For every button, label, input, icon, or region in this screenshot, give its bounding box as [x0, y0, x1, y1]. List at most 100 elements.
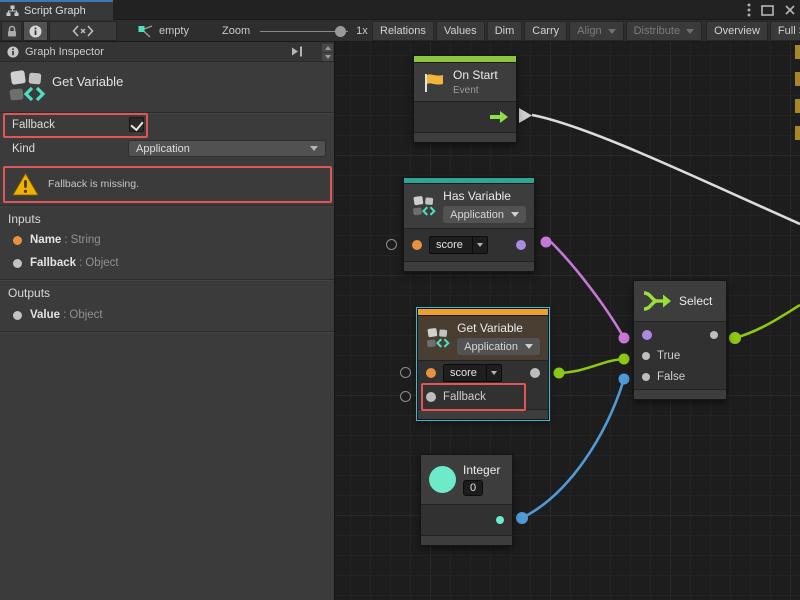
- info-icon: [29, 25, 42, 38]
- port-dot: [13, 311, 22, 320]
- flag-icon: [422, 72, 446, 93]
- variable-kind-dropdown[interactable]: Application: [443, 206, 526, 223]
- unconnected-port-ring[interactable]: [400, 367, 411, 378]
- tab-bar: Script Graph: [0, 0, 800, 20]
- connection-icon: [138, 25, 154, 38]
- full-screen-button[interactable]: Full Screen: [770, 21, 800, 41]
- zoom-value: 1x: [356, 25, 368, 37]
- input-pin-fallback: Fallback : Object: [13, 257, 119, 269]
- false-input-port[interactable]: [642, 373, 650, 381]
- node-footer: [634, 389, 726, 399]
- node-integer[interactable]: Integer 0: [420, 454, 513, 546]
- align-button[interactable]: Align: [569, 21, 623, 41]
- fallback-highlight-box: [3, 113, 148, 138]
- graph-reference-label: empty: [159, 25, 189, 37]
- overview-button[interactable]: Overview: [706, 21, 768, 41]
- chevron-down-icon: [525, 344, 533, 349]
- offscreen-node-edge: [795, 99, 800, 113]
- zoom-slider-handle[interactable]: [335, 26, 346, 37]
- unconnected-port-ring[interactable]: [400, 391, 411, 402]
- variable-kind-dropdown[interactable]: Application: [457, 338, 540, 355]
- zoom-slider[interactable]: [260, 31, 348, 32]
- maximize-icon[interactable]: [761, 5, 774, 16]
- code-view-button[interactable]: [49, 21, 117, 41]
- integer-literal-icon: [429, 466, 456, 493]
- script-graph-window: Script Graph: [0, 0, 800, 600]
- info-toggle-button[interactable]: [23, 21, 48, 41]
- dim-button[interactable]: Dim: [487, 21, 523, 41]
- lock-icon: [6, 25, 18, 38]
- variables-icon: [8, 67, 46, 105]
- scroll-down-button[interactable]: [322, 53, 333, 61]
- variable-colorbar: [418, 309, 548, 316]
- node-on-start[interactable]: On Start Event: [413, 55, 517, 143]
- dock-panel-icon[interactable]: [291, 46, 304, 57]
- graph-inspector-header: Graph Inspector: [0, 42, 334, 62]
- selection-output-port[interactable]: [710, 331, 718, 339]
- tab-label: Script Graph: [24, 5, 86, 17]
- variables-icon: [412, 191, 436, 221]
- zoom-control: Zoom 1x: [222, 20, 368, 42]
- chevron-down-icon: [511, 212, 519, 217]
- node-get-variable[interactable]: Get Variable Application score: [417, 308, 549, 420]
- panel-scrollbar[interactable]: [322, 44, 333, 62]
- false-port-label: False: [657, 371, 685, 383]
- input-pin-name: Name : String: [13, 234, 101, 246]
- warning-icon: [12, 172, 39, 197]
- node-footer: [414, 132, 516, 142]
- lock-button[interactable]: [1, 21, 22, 41]
- graph-icon: [6, 5, 19, 17]
- graph-canvas[interactable]: On Start Event: [335, 42, 800, 600]
- kind-label: Kind: [12, 143, 35, 155]
- port-dot: [13, 259, 22, 268]
- graph-inspector-panel: Graph Inspector Get Variable Fallback Ki…: [0, 42, 335, 600]
- values-button[interactable]: Values: [436, 21, 485, 41]
- chevron-down-icon: [310, 146, 318, 151]
- wire-on-start: [532, 115, 800, 224]
- graph-reference[interactable]: empty: [138, 20, 189, 42]
- field-dropdown[interactable]: [486, 365, 501, 381]
- info-icon: [7, 46, 19, 58]
- kind-value: Application: [136, 143, 190, 155]
- integer-output-port[interactable]: [496, 516, 504, 524]
- unconnected-port-ring[interactable]: [386, 239, 397, 250]
- relations-button[interactable]: Relations: [372, 21, 434, 41]
- variable-name-field[interactable]: score: [443, 364, 502, 382]
- scroll-up-button[interactable]: [322, 44, 333, 52]
- tab-script-graph[interactable]: Script Graph: [0, 0, 113, 20]
- offscreen-node-edge: [795, 72, 800, 86]
- node-footer: [404, 261, 534, 271]
- node-title: Select: [679, 294, 712, 308]
- distribute-button[interactable]: Distribute: [626, 21, 702, 41]
- fallback-port-highlight-box: [421, 383, 526, 411]
- node-select[interactable]: Select True False: [633, 280, 727, 400]
- close-icon[interactable]: [784, 4, 796, 16]
- unit-title: Get Variable: [52, 74, 123, 89]
- kind-dropdown[interactable]: Application: [128, 140, 326, 157]
- panel-title: Graph Inspector: [25, 46, 104, 58]
- wire-select-output: [735, 305, 800, 338]
- value-output-port[interactable]: [530, 368, 540, 378]
- offscreen-node-edge: [795, 45, 800, 59]
- name-input-port[interactable]: [412, 240, 422, 250]
- result-output-port[interactable]: [516, 240, 526, 250]
- kebab-menu-icon[interactable]: [747, 3, 751, 17]
- inputs-header: Inputs: [8, 212, 41, 226]
- node-has-variable[interactable]: Has Variable Application score: [403, 177, 535, 272]
- true-input-port[interactable]: [642, 352, 650, 360]
- name-input-port[interactable]: [426, 368, 436, 378]
- field-dropdown[interactable]: [472, 237, 487, 253]
- select-icon: [642, 290, 672, 312]
- carry-button[interactable]: Carry: [524, 21, 567, 41]
- integer-value-field[interactable]: 0: [463, 480, 483, 496]
- node-title: Integer: [463, 463, 500, 477]
- port-dot: [13, 236, 22, 245]
- wire-get-variable-to-select-true: [559, 359, 624, 373]
- value-input-port[interactable]: [642, 330, 652, 340]
- flow-output-port[interactable]: [490, 111, 508, 123]
- variable-name-field[interactable]: score: [429, 236, 488, 254]
- node-footer: [421, 535, 512, 545]
- node-subtitle: Event: [453, 85, 498, 96]
- wire-arrowhead: [519, 108, 532, 123]
- outputs-header: Outputs: [8, 286, 50, 300]
